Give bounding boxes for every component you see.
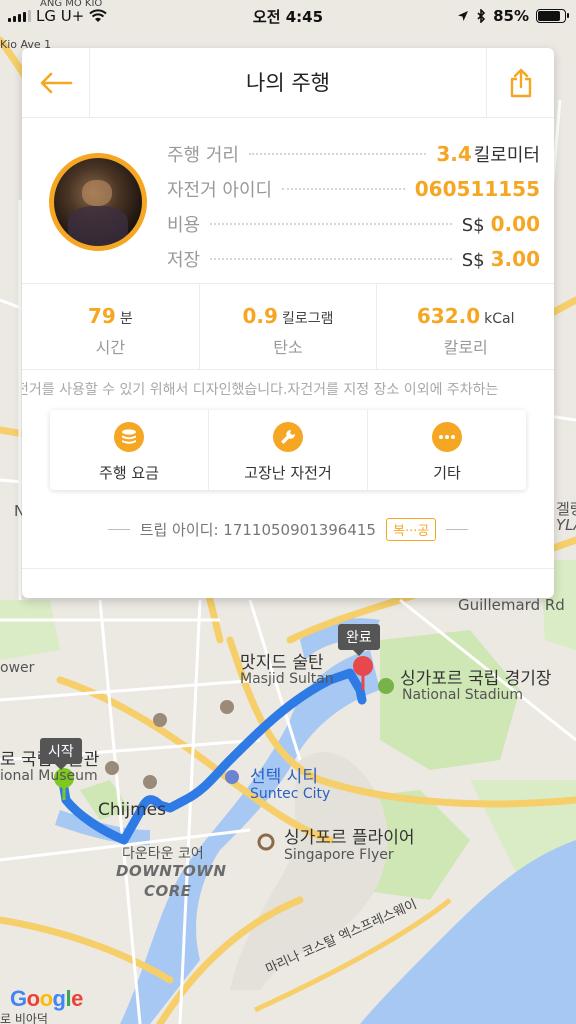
card-footer bbox=[22, 568, 554, 598]
stat-label: 시간 bbox=[95, 338, 126, 357]
map-label-side-yla: YLA bbox=[556, 516, 576, 534]
share-icon bbox=[510, 68, 531, 98]
battery-icon bbox=[536, 9, 569, 23]
stat-unit: kCal bbox=[484, 311, 515, 327]
map-label-chijmes: Chijmes bbox=[98, 800, 166, 820]
map-label-downtown-en1: DOWNTOWN bbox=[116, 862, 227, 880]
map-label-downtown-ko: 다운타운 코어 bbox=[122, 846, 204, 862]
action-label: 주행 요금 bbox=[99, 464, 159, 482]
back-button[interactable] bbox=[22, 48, 90, 118]
summary-row-saved: 저장 S$ 3.00 bbox=[167, 241, 540, 276]
map-label-stadium-en: National Stadium bbox=[402, 687, 524, 703]
bike-id-value: 060511155 bbox=[414, 176, 540, 201]
more-icon bbox=[432, 422, 462, 452]
map-label-masjid-en: Masjid Sultan bbox=[240, 671, 334, 687]
dotted-leader bbox=[248, 152, 427, 155]
map-label-guillemard: Guillemard Rd bbox=[458, 596, 565, 614]
end-tag: 완료 bbox=[338, 624, 380, 656]
ride-stats: 79 분 시간 0.9 킬로그램 탄소 632.0 kCal 칼로리 bbox=[22, 284, 554, 370]
action-label: 기타 bbox=[433, 464, 461, 482]
status-bar: LG U+ 오전 4:45 85% bbox=[0, 0, 576, 32]
divider-line bbox=[446, 529, 469, 530]
wrench-icon bbox=[273, 422, 303, 452]
map-label-masjid-ko: 맛지드 술탄 bbox=[240, 653, 324, 673]
coins-icon bbox=[114, 422, 144, 452]
map-label-flyer-en: Singapore Flyer bbox=[284, 847, 394, 863]
map-label-suntec-ko: 선텍 시티 bbox=[250, 767, 318, 787]
stat-calories: 632.0 kCal 칼로리 bbox=[377, 284, 554, 369]
map-label-flyer-ko: 싱가포르 플라이어 bbox=[284, 828, 415, 848]
copy-trip-id-button[interactable]: 복···공 bbox=[385, 518, 437, 541]
distance-value: 3.4 킬로미터 bbox=[436, 141, 540, 166]
saved-value: S$ 3.00 bbox=[461, 246, 540, 271]
map-label-downtown-en2: CORE bbox=[144, 882, 192, 900]
avatar-photo bbox=[54, 158, 142, 246]
start-tag: 시작 bbox=[40, 738, 82, 770]
stat-value: 0.9 bbox=[242, 304, 278, 328]
summary-rows: 주행 거리 3.4 킬로미터 자전거 아이디 060511155 비용 S$ 0.0… bbox=[167, 136, 540, 276]
dotted-leader bbox=[210, 222, 452, 225]
avatar bbox=[49, 153, 147, 251]
other-button[interactable]: 기타 bbox=[368, 410, 526, 490]
map-label-tower: ower bbox=[0, 660, 35, 676]
row-label: 비용 bbox=[167, 214, 201, 236]
ride-fare-button[interactable]: 주행 요금 bbox=[50, 410, 209, 490]
row-label: 자전거 아이디 bbox=[167, 179, 273, 201]
summary-row-bike-id: 자전거 아이디 060511155 bbox=[167, 171, 540, 206]
ride-summary: 주행 거리 3.4 킬로미터 자전거 아이디 060511155 비용 S$ 0.0… bbox=[22, 118, 554, 284]
ride-summary-card: 나의 주행 주행 거리 3.4 킬로미터 자전거 아이디 060511155 비용 bbox=[22, 48, 554, 598]
stat-label: 탄소 bbox=[273, 338, 303, 357]
cost-value: S$ 0.00 bbox=[461, 211, 540, 236]
arrow-left-icon bbox=[40, 72, 72, 94]
page-title: 나의 주행 bbox=[246, 71, 330, 95]
action-label: 고장난 자전거 bbox=[244, 464, 332, 482]
stat-carbon: 0.9 킬로그램 탄소 bbox=[200, 284, 378, 369]
row-label: 저장 bbox=[167, 249, 201, 271]
dotted-leader bbox=[210, 257, 452, 260]
summary-row-distance: 주행 거리 3.4 킬로미터 bbox=[167, 136, 540, 171]
map-label-stadium-ko: 싱가포르 국립 경기장 bbox=[400, 669, 552, 689]
stat-unit: 킬로그램 bbox=[281, 311, 334, 327]
bluetooth-icon bbox=[477, 9, 486, 23]
notice-marquee: 전거를 사용할 수 있기 위해서 디자인했습니다.자건거를 지정 장소 이외에 … bbox=[22, 382, 499, 398]
google-logo: Google bbox=[10, 986, 83, 1011]
battery-percent: 85% bbox=[493, 7, 529, 25]
map-label-bottom-left: 로 비아덕 bbox=[0, 1012, 48, 1024]
trip-id: 트립 아이디: 1711050901396415 bbox=[139, 521, 376, 539]
stat-value: 79 bbox=[87, 304, 116, 328]
share-button[interactable] bbox=[486, 48, 554, 118]
end-marker bbox=[353, 656, 373, 676]
location-arrow-icon bbox=[458, 11, 469, 21]
stat-label: 칼로리 bbox=[443, 338, 488, 357]
map-label-suntec-en: Suntec City bbox=[250, 786, 331, 802]
header: 나의 주행 bbox=[22, 48, 554, 118]
action-bar: 주행 요금 고장난 자전거 기타 bbox=[50, 410, 526, 490]
stat-time: 79 분 시간 bbox=[22, 284, 200, 369]
dotted-leader bbox=[282, 187, 405, 190]
stat-value: 632.0 bbox=[416, 304, 481, 328]
trip-id-row: 트립 아이디: 1711050901396415 복···공 bbox=[22, 518, 554, 541]
row-label: 주행 거리 bbox=[167, 144, 239, 166]
broken-bike-button[interactable]: 고장난 자전거 bbox=[209, 410, 368, 490]
stat-unit: 분 bbox=[119, 311, 133, 327]
map-label-museum-en: ional Museum bbox=[0, 768, 98, 784]
divider-line bbox=[107, 529, 130, 530]
summary-row-cost: 비용 S$ 0.00 bbox=[167, 206, 540, 241]
